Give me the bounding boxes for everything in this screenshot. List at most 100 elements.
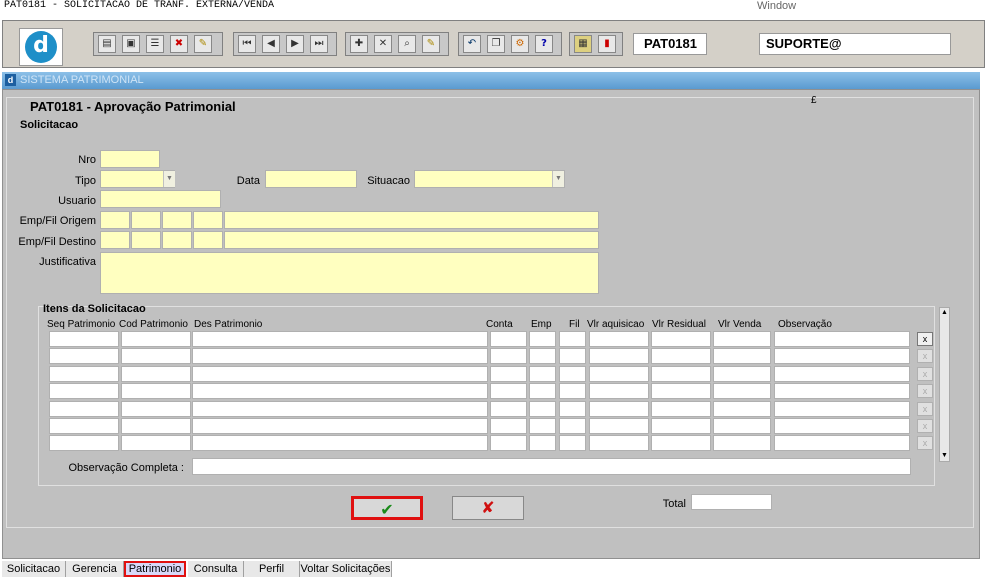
table-cell[interactable] xyxy=(121,401,191,417)
insert-icon[interactable]: ✚ xyxy=(350,35,368,53)
table-cell[interactable] xyxy=(651,366,711,382)
table-cell[interactable] xyxy=(713,418,771,434)
table-cell[interactable] xyxy=(774,435,910,451)
next-record-icon[interactable]: ▶ xyxy=(286,35,304,53)
table-cell[interactable] xyxy=(49,366,119,382)
table-cell[interactable] xyxy=(559,383,586,399)
table-cell[interactable] xyxy=(713,401,771,417)
tab-solicitacao[interactable]: Solicitacao xyxy=(2,561,66,577)
table-cell[interactable] xyxy=(490,348,527,364)
delete-icon[interactable]: ✖ xyxy=(170,35,188,53)
edit-icon[interactable]: ✎ xyxy=(194,35,212,53)
table-cell[interactable] xyxy=(490,383,527,399)
table-cell[interactable] xyxy=(490,366,527,382)
table-cell[interactable] xyxy=(192,366,488,382)
scroll-up-icon[interactable]: ▲ xyxy=(940,308,949,318)
data-field[interactable] xyxy=(265,170,357,188)
last-record-icon[interactable]: ⏭ xyxy=(310,35,328,53)
table-cell[interactable] xyxy=(121,418,191,434)
destino-code2-field[interactable] xyxy=(193,231,223,249)
table-cell[interactable] xyxy=(49,401,119,417)
table-cell[interactable] xyxy=(774,418,910,434)
delete-row-button[interactable]: x xyxy=(917,402,933,416)
table-cell[interactable] xyxy=(651,435,711,451)
table-cell[interactable] xyxy=(529,435,556,451)
table-cell[interactable] xyxy=(589,366,649,382)
table-cell[interactable] xyxy=(774,401,910,417)
table-cell[interactable] xyxy=(713,366,771,382)
table-cell[interactable] xyxy=(651,331,711,347)
tab-patrimonio[interactable]: Patrimonio xyxy=(124,561,186,577)
table-cell[interactable] xyxy=(589,331,649,347)
tab-voltar-solicitacoes[interactable]: Voltar Solicitações xyxy=(300,561,392,577)
items-scrollbar[interactable]: ▲ ▼ xyxy=(939,307,950,462)
destino-fil-field[interactable] xyxy=(131,231,161,249)
table-cell[interactable] xyxy=(490,418,527,434)
table-cell[interactable] xyxy=(559,348,586,364)
table-cell[interactable] xyxy=(774,331,910,347)
table-cell[interactable] xyxy=(774,348,910,364)
table-cell[interactable] xyxy=(121,435,191,451)
table-cell[interactable] xyxy=(529,366,556,382)
table-cell[interactable] xyxy=(774,366,910,382)
save-icon[interactable]: ▤ xyxy=(98,35,116,53)
destino-emp-field[interactable] xyxy=(100,231,130,249)
table-cell[interactable] xyxy=(713,331,771,347)
print-icon[interactable]: ☰ xyxy=(146,35,164,53)
table-cell[interactable] xyxy=(490,435,527,451)
table-cell[interactable] xyxy=(589,401,649,417)
cancel-button[interactable]: ✘ xyxy=(452,496,524,520)
table-cell[interactable] xyxy=(651,418,711,434)
origem-code2-field[interactable] xyxy=(193,211,223,229)
confirm-button[interactable]: ✔ xyxy=(351,496,423,520)
chevron-down-icon[interactable]: ▼ xyxy=(163,171,175,187)
table-cell[interactable] xyxy=(529,418,556,434)
table-cell[interactable] xyxy=(121,348,191,364)
help-icon[interactable]: ? xyxy=(535,35,553,53)
table-cell[interactable] xyxy=(49,383,119,399)
justificativa-field[interactable] xyxy=(100,252,599,294)
table-cell[interactable] xyxy=(651,401,711,417)
table-cell[interactable] xyxy=(121,383,191,399)
origem-desc-field[interactable] xyxy=(224,211,599,229)
table-cell[interactable] xyxy=(121,366,191,382)
table-cell[interactable] xyxy=(589,418,649,434)
table-cell[interactable] xyxy=(713,383,771,399)
table-cell[interactable] xyxy=(559,331,586,347)
origem-code-field[interactable] xyxy=(162,211,192,229)
table-cell[interactable] xyxy=(651,348,711,364)
destino-code-field[interactable] xyxy=(162,231,192,249)
table-cell[interactable] xyxy=(713,348,771,364)
table-cell[interactable] xyxy=(49,348,119,364)
delete-row-button[interactable]: x xyxy=(917,419,933,433)
prev-record-icon[interactable]: ◀ xyxy=(262,35,280,53)
chevron-down-icon[interactable]: ▼ xyxy=(552,171,564,187)
tab-perfil[interactable]: Perfil xyxy=(244,561,300,577)
tab-gerencia[interactable]: Gerencia xyxy=(66,561,124,577)
origem-emp-field[interactable] xyxy=(100,211,130,229)
exit-icon[interactable]: ▮ xyxy=(598,35,616,53)
tab-consulta[interactable]: Consulta xyxy=(188,561,244,577)
table-cell[interactable] xyxy=(490,401,527,417)
delete-row-button[interactable]: x xyxy=(917,367,933,381)
table-cell[interactable] xyxy=(121,331,191,347)
table-cell[interactable] xyxy=(49,418,119,434)
window-icon[interactable]: ▣ xyxy=(122,35,140,53)
table-cell[interactable] xyxy=(192,401,488,417)
first-record-icon[interactable]: ⏮ xyxy=(238,35,256,53)
table-cell[interactable] xyxy=(192,383,488,399)
table-cell[interactable] xyxy=(49,331,119,347)
table-cell[interactable] xyxy=(559,401,586,417)
table-cell[interactable] xyxy=(529,331,556,347)
table-cell[interactable] xyxy=(559,435,586,451)
table-cell[interactable] xyxy=(49,435,119,451)
table-cell[interactable] xyxy=(651,383,711,399)
table-cell[interactable] xyxy=(192,435,488,451)
table-cell[interactable] xyxy=(529,401,556,417)
table-cell[interactable] xyxy=(559,418,586,434)
undo-icon[interactable]: ↶ xyxy=(463,35,481,53)
query-icon[interactable]: ⌕ xyxy=(398,35,416,53)
table-cell[interactable] xyxy=(589,435,649,451)
delete-row-button[interactable]: x xyxy=(917,436,933,450)
clear-icon[interactable]: ✎ xyxy=(422,35,440,53)
